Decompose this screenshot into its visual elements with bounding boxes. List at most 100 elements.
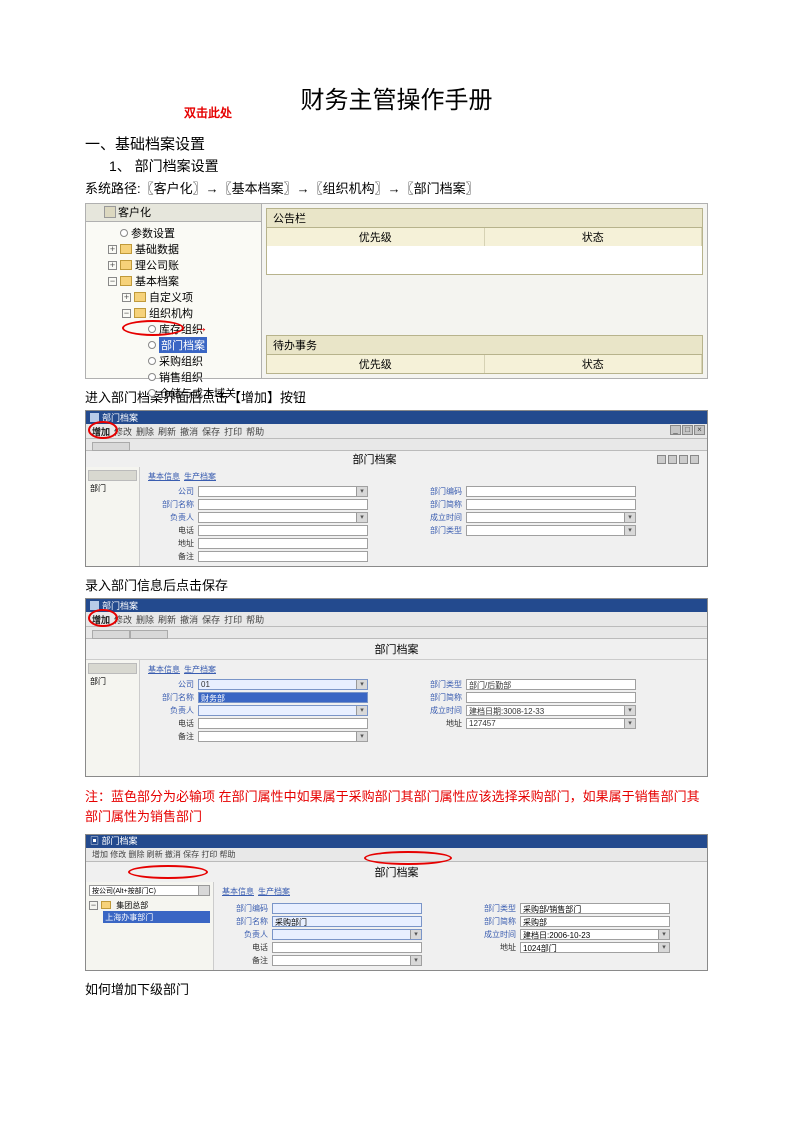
section-heading-1: 一、基础档案设置 [85,133,708,154]
tree-item[interactable]: 销售组织 [94,369,261,385]
label-resp: 负责人 [222,929,268,940]
tree-item-selected[interactable]: 上海办事部门 [103,911,210,923]
menubar[interactable]: 增加修改删除刷新撤消保存打印帮助 [86,612,707,627]
tree-item[interactable]: 库存组织 [94,321,261,337]
nav-path-text: 系统路径:〖客户化〗→〖基本档案〗→〖组织机构〗→〖部门档案〗 [85,178,708,197]
label-estdate: 成立时间 [416,512,462,523]
window-controls[interactable]: _□× [669,425,705,435]
input-address[interactable]: 1024部门▾ [520,942,670,953]
tree-item[interactable]: +基础数据 [94,241,261,257]
window-titlebar: 部门档案 [86,411,707,424]
tree-root[interactable]: − 集团总部 [89,899,210,911]
input-resp[interactable]: ▾ [198,512,368,523]
input-memo[interactable]: ▾ [198,731,368,742]
form-tabs[interactable]: 基本信息生产档案 [148,664,699,675]
label-deptname: 部门名称 [148,499,194,510]
input-depttype[interactable]: 部门/后勤部 [466,679,636,690]
tree-item[interactable]: −组织机构 [94,305,261,321]
input-shortname[interactable] [466,499,636,510]
input-deptname[interactable]: 采购部门 [272,916,422,927]
label-memo: 备注 [222,955,268,966]
label-phone: 电话 [222,942,268,953]
note-required-fields: 注：蓝色部分为必输项 在部门属性中如果属于采购部门其部门属性应该选择采购部门，如… [85,787,708,826]
input-resp[interactable]: ▾ [198,705,368,716]
bulletin-col-status: 状态 [485,228,703,246]
input-depttype[interactable]: ▾ [466,525,636,536]
input-deptname[interactable]: 财务部 [198,692,368,703]
label-resp: 负责人 [148,512,194,523]
todo-col-status: 状态 [485,355,703,373]
close-icon: × [694,425,705,435]
tree-item[interactable]: 采购组织 [94,353,261,369]
label-estdate: 成立时间 [460,929,516,940]
company-combo[interactable]: 按公司(Alt+按部门C) [89,885,210,896]
label-depttype: 部门类型 [460,903,516,914]
tree-item[interactable]: +自定义项 [94,289,261,305]
label-depttype: 部门类型 [416,525,462,536]
callout-arrow-icon: → [194,319,208,335]
tree-panel: 客户化 参数设置 +基础数据 +理公司账 −基本档案 +自定义项 −组织机构 库… [86,204,262,378]
input-phone[interactable] [198,718,368,729]
input-phone[interactable] [272,942,422,953]
input-resp[interactable]: ▾ [272,929,422,940]
window-titlebar: ▣ 部门档案 [86,835,707,848]
title-toolbar-icons[interactable] [655,452,699,467]
input-estdate[interactable]: 建档日:2006-10-23▾ [520,929,670,940]
callout-label: 双击此处 [184,104,232,121]
input-depttype[interactable]: 采购部/销售部门 [520,903,670,914]
label-phone: 电话 [148,718,194,729]
tree-item[interactable]: 参数设置 [94,225,261,241]
form-tabs[interactable]: 基本信息生产档案 [148,471,699,482]
menubar[interactable]: 增加修改删除刷新撤消保存打印帮助 _□× [86,424,707,439]
label-address: 地址 [148,538,194,549]
caption-3: 录入部门信息后点击保存 [85,575,708,594]
screenshot-dept-form-filled: 部门档案 增加修改删除刷新撤消保存打印帮助 部门档案 部门 基本信息生产档案 公… [85,598,708,777]
window-titlebar: 部门档案 [86,599,707,612]
input-estdate[interactable]: 建档日期:3008-12-33▾ [466,705,636,716]
label-estdate: 成立时间 [416,705,462,716]
bulletin-col-priority: 优先级 [267,228,485,246]
input-deptcode[interactable] [272,903,422,914]
input-deptname[interactable] [198,499,368,510]
label-shortname: 部门简称 [416,499,462,510]
tree-item[interactable]: +理公司账 [94,257,261,273]
menubar[interactable]: 增加 修改 删除 刷新 撤消 保存 打印 帮助 [86,848,707,862]
tree-root[interactable]: 部门 [88,483,137,493]
toolbar-button[interactable] [92,630,130,639]
label-company: 公司 [148,486,194,497]
label-shortname: 部门简称 [460,916,516,927]
input-shortname[interactable] [466,692,636,703]
form-title: 部门档案 [94,451,655,467]
label-depttype: 部门类型 [416,679,462,690]
input-deptcode[interactable] [466,486,636,497]
label-shortname: 部门简称 [416,692,462,703]
bulletin-title: 公告栏 [267,209,702,228]
todo-col-priority: 优先级 [267,355,485,373]
tree-item-selected[interactable]: 部门档案 [94,337,261,353]
input-memo[interactable] [198,551,368,562]
input-shortname[interactable]: 采购部 [520,916,670,927]
screenshot-dept-archive: ▣ 部门档案 增加 修改 删除 刷新 撤消 保存 打印 帮助 部门档案 按公司(… [85,834,708,971]
form-tabs[interactable]: 基本信息生产档案 [222,886,699,897]
label-deptname: 部门名称 [148,692,194,703]
tree-item[interactable]: 仓储与成本域关 [94,385,261,401]
bulletin-panel: 公告栏 优先级 状态 [266,208,703,275]
tree-item[interactable]: −基本档案 [94,273,261,289]
input-address[interactable]: 127457▾ [466,718,636,729]
input-address[interactable] [198,538,368,549]
form-title: 部门档案 [86,862,707,882]
input-estdate[interactable]: ▾ [466,512,636,523]
toolbar-button[interactable] [130,630,168,639]
label-resp: 负责人 [148,705,194,716]
input-company[interactable]: ▾ [198,486,368,497]
toolbar-button[interactable] [92,442,130,451]
form-tree-panel: 部门 [86,467,140,566]
input-company[interactable]: 01▾ [198,679,368,690]
input-memo[interactable]: ▾ [272,955,422,966]
label-company: 公司 [148,679,194,690]
input-phone[interactable] [198,525,368,536]
screenshot-tree-nav: 客户化 参数设置 +基础数据 +理公司账 −基本档案 +自定义项 −组织机构 库… [85,203,708,379]
maximize-icon: □ [682,425,693,435]
label-memo: 备注 [148,551,194,562]
tree-root[interactable]: 部门 [88,676,137,686]
